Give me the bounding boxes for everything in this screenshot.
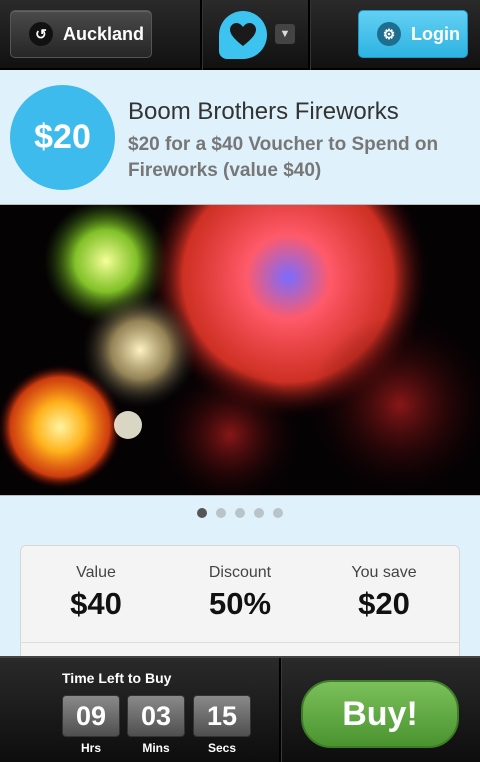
login-button[interactable]: ⚙ Login [358,10,468,58]
countdown-unit-hours: Hrs [80,741,101,755]
bottom-divider [279,658,281,762]
deal-title: Boom Brothers Fireworks [128,98,399,125]
firework-orange [0,365,122,489]
countdown-hours: 09 [62,695,120,737]
deal-header: $20 Boom Brothers Fireworks $20 for a $4… [0,72,480,204]
pagination-dot[interactable] [197,508,207,518]
top-bar: ↺ Auckland ▼ ⚙ Login [0,0,480,70]
pagination-dot[interactable] [235,508,245,518]
stat-savings: You save $20 [311,564,457,622]
firework-spark [114,411,142,439]
countdown-seconds: 15 [193,695,251,737]
buy-button[interactable]: Buy! [301,680,459,748]
back-arrow-icon: ↺ [29,22,53,46]
stat-discount: Discount 50% [167,564,313,622]
city-selector-button[interactable]: ↺ Auckland [10,10,152,58]
stat-label: Value [76,564,116,581]
stat-label: Discount [208,564,272,581]
city-label: Auckland [63,23,145,44]
bottom-bar: Time Left to Buy 09 03 15 Hrs Mins Secs … [0,656,480,762]
login-label: Login [411,23,460,44]
heart-icon [230,23,256,46]
stat-value: Value $40 [23,564,169,622]
deal-subtitle: $20 for a $40 Voucher to Spend on Firewo… [128,134,439,181]
triangle-down-icon: ▼ [279,28,291,40]
countdown-label: Time Left to Buy [62,670,172,686]
gear-icon: ⚙ [377,22,401,46]
pagination-dot[interactable] [216,508,226,518]
countdown-unit-seconds: Secs [207,741,237,755]
deal-image[interactable] [0,204,480,496]
stat-number: 50% [208,586,272,621]
price-badge: $20 [10,85,115,190]
toolbar-divider [200,0,202,70]
stat-number: $20 [358,586,410,621]
toolbar-divider [308,0,310,70]
countdown-minutes: 03 [127,695,185,737]
pagination-dot[interactable] [273,508,283,518]
countdown-unit-minutes: Mins [142,741,170,755]
stat-number: $40 [70,586,122,621]
stats-divider [21,642,459,643]
gallery-pagination [0,508,480,518]
favorites-button[interactable] [219,11,267,59]
pagination-dot[interactable] [254,508,264,518]
favorites-dropdown[interactable]: ▼ [275,24,295,44]
stat-label: You save [351,564,417,581]
